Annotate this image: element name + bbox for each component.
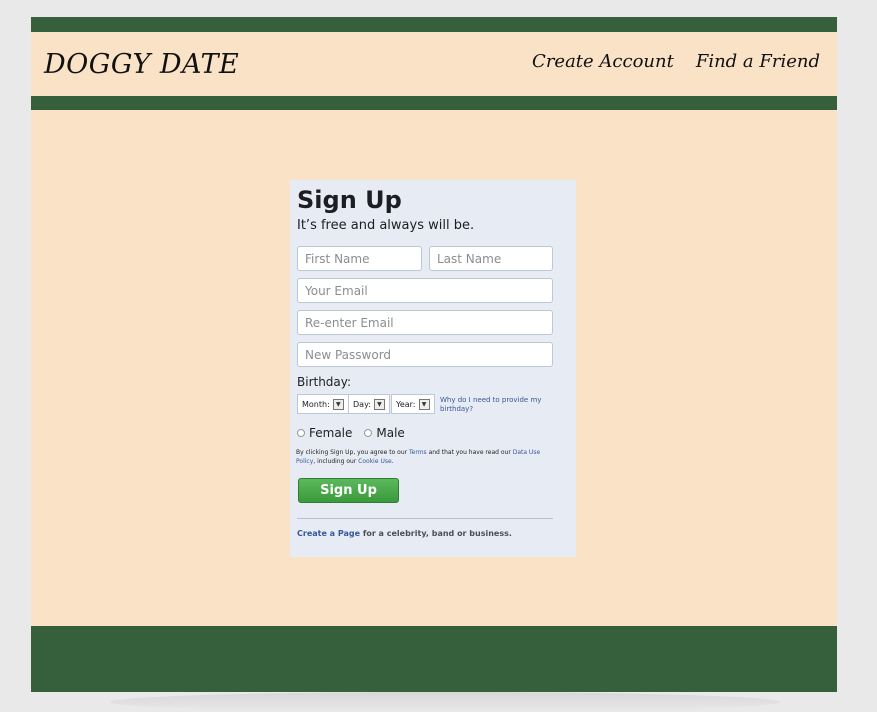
- why-birthday-link[interactable]: Why do I need to provide my birthday?: [440, 396, 550, 414]
- divider: [297, 518, 553, 519]
- page-shadow: [110, 692, 780, 712]
- female-option[interactable]: Female: [297, 426, 352, 440]
- day-label: Day:: [353, 399, 371, 409]
- year-select[interactable]: Year: ▼: [391, 394, 435, 414]
- birthday-label: Birthday:: [297, 375, 352, 389]
- male-label: Male: [376, 426, 405, 440]
- month-select[interactable]: Month: ▼: [297, 394, 349, 414]
- first-name-input[interactable]: [297, 246, 422, 271]
- chevron-down-icon: ▼: [373, 398, 385, 410]
- male-option[interactable]: Male: [364, 426, 405, 440]
- nav-create-account[interactable]: Create Account: [532, 51, 674, 72]
- terms-text: By clicking Sign Up, you agree to our Te…: [296, 448, 558, 466]
- create-page-text: Create a Page for a celebrity, band or b…: [297, 529, 512, 538]
- site-logo[interactable]: DOGGY DATE: [44, 49, 239, 80]
- chevron-down-icon: ▼: [332, 398, 344, 410]
- terms-text-1: By clicking Sign Up, you agree to our: [296, 449, 409, 456]
- header-bottom-bar: [31, 96, 837, 110]
- reenter-email-input[interactable]: [297, 310, 553, 335]
- last-name-input[interactable]: [429, 246, 553, 271]
- main-nav: Create Account Find a Friend: [532, 51, 820, 72]
- signup-title: Sign Up: [297, 186, 402, 214]
- terms-text-2: and that you have read our: [426, 449, 513, 456]
- header: DOGGY DATE Create Account Find a Friend: [31, 32, 837, 96]
- signup-subtitle: It’s free and always will be.: [297, 218, 475, 233]
- cookie-use-link[interactable]: Cookie Use: [358, 458, 391, 465]
- signup-panel: Sign Up It’s free and always will be. Bi…: [290, 180, 576, 557]
- male-radio[interactable]: [364, 429, 373, 437]
- nav-find-a-friend[interactable]: Find a Friend: [696, 51, 820, 72]
- terms-text-4: .: [391, 458, 394, 465]
- month-label: Month:: [302, 399, 330, 409]
- female-radio[interactable]: [297, 429, 305, 437]
- create-page-link[interactable]: Create a Page: [297, 529, 360, 538]
- female-label: Female: [309, 426, 353, 440]
- password-input[interactable]: [297, 342, 553, 367]
- footer: [31, 626, 837, 692]
- create-page-rest: for a celebrity, band or business.: [360, 529, 512, 538]
- year-label: Year:: [396, 399, 416, 409]
- email-input[interactable]: [297, 278, 553, 303]
- top-bar: [31, 17, 837, 32]
- chevron-down-icon: ▼: [418, 398, 430, 410]
- terms-text-3: , including our: [313, 458, 359, 465]
- gender-options: Female Male: [297, 426, 405, 440]
- signup-button[interactable]: Sign Up: [298, 478, 399, 503]
- day-select[interactable]: Day: ▼: [348, 394, 390, 414]
- terms-link[interactable]: Terms: [409, 449, 427, 456]
